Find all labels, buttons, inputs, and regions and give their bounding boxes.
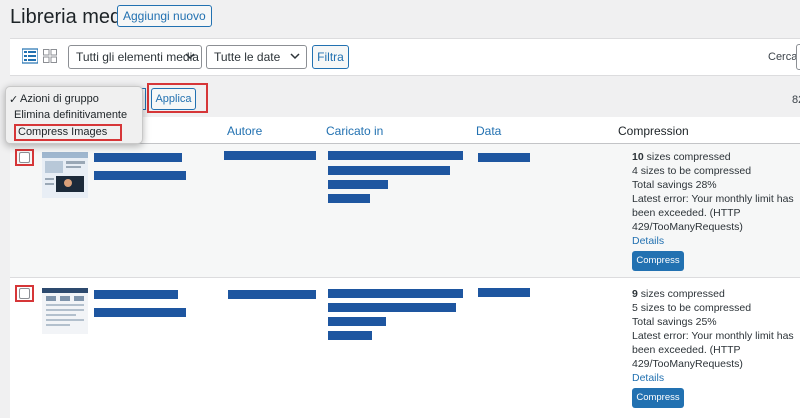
latest-error: 429/TooManyRequests) [632,221,743,233]
sizes-compressed: 10 sizes compressed [632,151,731,163]
search-label: Cerca [768,51,798,63]
redacted-uploaded-to [328,303,456,312]
sizes-compressed: 9 sizes compressed [632,288,725,300]
row-checkbox[interactable] [19,288,30,299]
redacted-uploaded-to [328,180,388,189]
total-savings: Total savings 25% [632,316,717,328]
row-checkbox[interactable] [19,152,30,163]
latest-error: Latest error: Your monthly limit has [632,330,794,342]
latest-error: been exceeded. (HTTP [632,207,741,219]
checkmark-icon: ✓ [9,94,19,106]
redacted-title [94,290,178,299]
redacted-uploaded-to [328,331,372,340]
redacted-uploaded-to [328,317,386,326]
list-view-icon[interactable] [22,48,38,64]
redacted-author [228,290,316,299]
search-input[interactable] [796,44,800,70]
redacted-filename [94,171,186,180]
redacted-date [478,153,530,162]
redacted-date [478,288,530,297]
apply-button[interactable]: Applica [151,88,196,110]
column-compression: Compression [618,124,689,138]
details-link[interactable]: Details [632,235,664,247]
compress-option-highlight [14,124,122,141]
bulk-option-delete-permanently[interactable]: Elimina definitivamente [14,109,127,121]
media-type-select[interactable]: Tutti gli elementi media [68,45,202,69]
compress-button[interactable]: Compress [632,251,684,271]
redacted-uploaded-to [328,289,463,298]
compress-button[interactable]: Compress [632,388,684,408]
bulk-option-group-actions[interactable]: Azioni di gruppo [20,93,99,105]
latest-error: Latest error: Your monthly limit has [632,193,794,205]
latest-error: 429/TooManyRequests) [632,358,743,370]
details-link[interactable]: Details [632,372,664,384]
sizes-to-compress: 4 sizes to be compressed [632,165,752,177]
image-thumbnail[interactable] [42,152,88,198]
column-uploaded-to[interactable]: Caricato in [326,124,383,138]
row-checkbox-highlight [15,285,34,302]
media-type-value: Tutti gli elementi media [76,50,199,64]
chevron-down-icon [290,53,300,60]
latest-error: been exceeded. (HTTP [632,344,741,356]
grid-view-icon[interactable] [43,49,57,63]
row-checkbox-highlight [15,149,34,166]
redacted-author [224,151,316,160]
add-new-button[interactable]: Aggiungi nuovo [117,5,212,27]
row-divider [10,277,800,278]
redacted-uploaded-to [328,166,450,175]
date-select[interactable]: Tutte le date [206,45,307,69]
column-date[interactable]: Data [476,124,501,138]
items-count: 82 [792,94,800,106]
total-savings: Total savings 28% [632,179,717,191]
redacted-title [94,153,182,162]
chevron-down-icon [185,53,195,60]
redacted-filename [94,308,186,317]
filter-button[interactable]: Filtra [312,45,349,69]
redacted-uploaded-to [328,151,463,160]
sizes-to-compress: 5 sizes to be compressed [632,302,752,314]
date-value: Tutte le date [214,50,281,64]
image-thumbnail[interactable] [42,288,88,334]
column-author[interactable]: Autore [227,124,262,138]
redacted-uploaded-to [328,194,370,203]
